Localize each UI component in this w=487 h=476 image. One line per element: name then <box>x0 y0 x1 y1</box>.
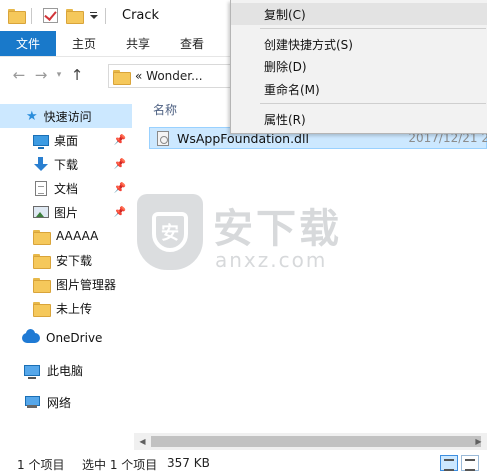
tab-share[interactable]: 共享 <box>112 31 164 56</box>
forward-arrow-icon[interactable]: → <box>30 66 52 84</box>
sidebar-item-pictures[interactable]: 图片 📌 <box>0 200 132 224</box>
watermark-title: 安下载 <box>213 206 342 252</box>
shield-logo-icon: 安 <box>137 194 203 270</box>
menu-separator <box>260 28 486 29</box>
onedrive-cloud-icon <box>22 329 40 343</box>
tab-file[interactable]: 文件 <box>0 31 56 56</box>
folder-icon <box>8 9 26 24</box>
sidebar-item-quick-access[interactable]: ★ 快速访问 <box>0 104 132 128</box>
download-icon <box>33 157 49 171</box>
folder-icon <box>33 277 51 293</box>
watermark-shield-char: 安 <box>152 212 188 252</box>
back-arrow-icon[interactable]: ← <box>8 66 30 84</box>
sidebar-item-anxiazai[interactable]: 安下载 <box>0 248 132 272</box>
scroll-left-icon[interactable]: ◀ <box>134 433 151 450</box>
pin-icon[interactable]: 📌 <box>114 159 126 170</box>
folder-icon <box>113 69 131 85</box>
menu-separator <box>260 103 486 104</box>
selected-size: 357 KB <box>167 456 210 470</box>
sidebar-item-label: AAAAA <box>56 229 99 243</box>
computer-icon <box>24 364 40 379</box>
address-bar[interactable]: « Wonder... <box>108 64 238 88</box>
context-menu: 复制(C) 创建快捷方式(S) 删除(D) 重命名(M) 属性(R) <box>230 0 487 134</box>
sidebar-item-desktop[interactable]: 桌面 📌 <box>0 128 132 152</box>
properties-checkbox-icon[interactable] <box>43 8 58 23</box>
menu-item-delete[interactable]: 删除(D) <box>231 55 487 77</box>
horizontal-scrollbar[interactable]: ◀ ▶ <box>134 433 487 450</box>
sidebar-item-label: 快速访问 <box>43 109 92 124</box>
column-header-name[interactable]: 名称 <box>153 101 177 118</box>
tab-home[interactable]: 主页 <box>56 31 112 56</box>
sidebar-item-label: 下载 <box>54 157 79 172</box>
watermark: 安 安下载 anxz.com <box>133 188 353 288</box>
sidebar-item-network[interactable]: 网络 <box>0 390 132 414</box>
folder-icon <box>33 253 51 269</box>
menu-item-rename[interactable]: 重命名(M) <box>231 78 487 100</box>
new-folder-icon[interactable] <box>66 9 84 24</box>
sidebar-item-picture-manager[interactable]: 图片管理器 <box>0 272 132 296</box>
sidebar-item-documents[interactable]: 文档 📌 <box>0 176 132 200</box>
pin-icon[interactable]: 📌 <box>114 183 126 194</box>
scrollbar-thumb[interactable] <box>151 436 481 447</box>
tab-view[interactable]: 查看 <box>164 31 220 56</box>
status-bar: 1 个项目 选中 1 个项目 357 KB <box>0 450 487 476</box>
desktop-icon <box>33 134 49 149</box>
item-count: 1 个项目 <box>17 458 65 472</box>
sidebar-item-label: OneDrive <box>46 331 103 345</box>
quick-access-toolbar <box>0 0 113 31</box>
sidebar-item-label: 网络 <box>47 395 72 410</box>
up-arrow-icon[interactable]: ↑ <box>66 66 88 84</box>
watermark-subtitle: anxz.com <box>215 248 328 272</box>
window-title: Crack <box>122 8 160 23</box>
folder-icon <box>33 301 51 317</box>
recent-locations-chevron-icon[interactable]: ▾ <box>52 70 66 80</box>
sidebar-item-this-pc[interactable]: 此电脑 <box>0 358 132 382</box>
folder-icon <box>33 229 51 245</box>
menu-item-create-shortcut[interactable]: 创建快捷方式(S) <box>231 33 487 55</box>
scroll-right-icon[interactable]: ▶ <box>470 433 487 450</box>
sidebar-item-not-uploaded[interactable]: 未上传 <box>0 296 132 320</box>
menu-item-copy[interactable]: 复制(C) <box>231 3 487 25</box>
document-icon <box>35 180 47 196</box>
network-icon <box>24 395 40 409</box>
divider <box>105 7 106 24</box>
sidebar-item-label: 此电脑 <box>47 363 84 378</box>
sidebar-item-label: 文档 <box>54 181 79 196</box>
menu-item-properties[interactable]: 属性(R) <box>231 108 487 130</box>
large-icons-view-icon[interactable] <box>461 455 479 471</box>
navigation-pane: ★ 快速访问 桌面 📌 下载 📌 文档 📌 图片 📌 AAAAA 安下载 图片管… <box>0 93 132 450</box>
details-view-icon[interactable] <box>440 455 458 471</box>
pin-icon[interactable]: 📌 <box>114 207 126 218</box>
address-path: « Wonder... <box>135 69 203 83</box>
divider <box>31 7 32 24</box>
sidebar-item-downloads[interactable]: 下载 📌 <box>0 152 132 176</box>
star-icon: ★ <box>26 108 38 124</box>
sidebar-item-label: 桌面 <box>54 133 79 148</box>
sidebar-item-label: 未上传 <box>56 301 93 316</box>
pictures-icon <box>33 206 49 218</box>
sidebar-item-label: 图片 <box>54 205 79 220</box>
sidebar-item-onedrive[interactable]: OneDrive <box>0 326 132 350</box>
dll-file-icon <box>157 130 169 146</box>
chevron-down-icon[interactable] <box>89 10 98 22</box>
pin-icon[interactable]: 📌 <box>114 135 126 146</box>
sidebar-item-label: 安下载 <box>56 253 93 268</box>
selected-count: 选中 1 个项目 <box>82 458 158 472</box>
sidebar-item-aaaaa[interactable]: AAAAA <box>0 224 132 248</box>
sidebar-item-label: 图片管理器 <box>56 277 117 292</box>
